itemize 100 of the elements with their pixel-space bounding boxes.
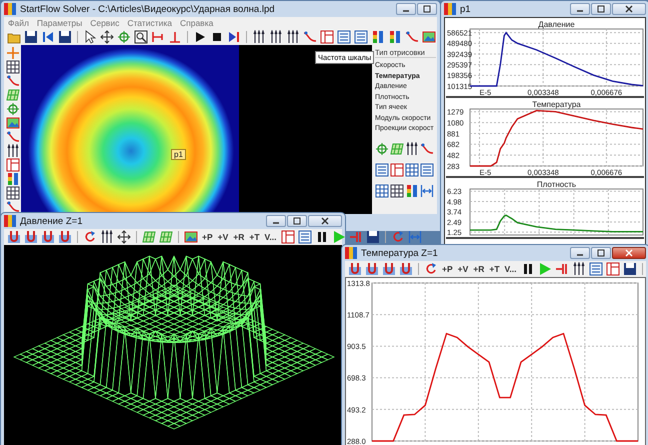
maximize-icon [423, 5, 431, 13]
zoom-box-icon[interactable] [134, 30, 148, 44]
close-button[interactable] [612, 247, 646, 259]
split-icon[interactable] [6, 158, 20, 172]
move-icon[interactable] [100, 30, 114, 44]
close-button[interactable] [612, 3, 646, 15]
magnet-icon[interactable] [24, 230, 38, 244]
refresh-icon[interactable] [424, 262, 438, 276]
toolbar-button[interactable]: +R [472, 262, 486, 276]
menu-item[interactable]: Параметры [36, 18, 82, 28]
bars-icon[interactable] [269, 30, 283, 44]
image-icon[interactable] [184, 230, 198, 244]
magnet-icon[interactable] [365, 262, 379, 276]
close-button[interactable] [308, 215, 342, 227]
probe-label: p1 [171, 149, 186, 160]
menu-item[interactable]: Статистика [127, 18, 172, 28]
fit-width-icon[interactable] [408, 230, 422, 244]
split-icon[interactable] [280, 230, 295, 244]
grid-icon[interactable] [6, 60, 20, 74]
window-title: StartFlow Solver - C:\Articles\Видеокурс\Ударная волна.lpd [20, 4, 275, 14]
color-bars-icon[interactable] [405, 184, 419, 198]
curve-icon[interactable] [303, 30, 317, 44]
toolbar-button[interactable]: +T [488, 262, 501, 276]
curve-icon[interactable] [6, 200, 20, 214]
list-icon[interactable] [588, 262, 603, 276]
list-icon[interactable] [420, 162, 434, 176]
toolbar-button[interactable]: +R [232, 230, 246, 244]
mesh-icon[interactable] [6, 88, 20, 102]
image-icon[interactable] [422, 30, 436, 44]
magnet-icon[interactable] [58, 230, 72, 244]
skip-back-icon[interactable] [41, 30, 55, 44]
chart-title: Давление [538, 20, 575, 29]
mesh-icon[interactable] [142, 230, 156, 244]
toolbar-button[interactable]: V... [504, 262, 518, 276]
close-icon [625, 5, 633, 13]
color-bars-icon[interactable] [6, 172, 20, 186]
marker-icon[interactable] [554, 262, 569, 276]
marker-icon[interactable] [348, 230, 363, 244]
bars-icon[interactable] [6, 144, 20, 158]
curve-icon[interactable] [6, 130, 20, 144]
toolbar-button[interactable]: +V [216, 230, 230, 244]
refresh-icon[interactable] [83, 230, 97, 244]
curve-icon[interactable] [6, 74, 20, 88]
maximize-button[interactable] [591, 247, 611, 259]
color-bars-icon[interactable] [388, 30, 402, 44]
toolbar-button[interactable]: +P [201, 230, 214, 244]
maximize-button[interactable] [417, 3, 437, 15]
split-icon[interactable] [390, 162, 404, 176]
chart-title: Плотность [536, 180, 576, 189]
magnet-icon[interactable] [348, 262, 362, 276]
toolbar-button[interactable]: V... [264, 230, 278, 244]
magnet-icon[interactable] [41, 230, 55, 244]
list-icon[interactable] [337, 30, 351, 44]
grid-icon[interactable] [390, 184, 404, 198]
bars-icon[interactable] [100, 230, 114, 244]
grid-icon[interactable] [6, 186, 20, 200]
minimize-button[interactable] [570, 247, 590, 259]
menu-item[interactable]: Сервис [90, 18, 120, 28]
toolbar-button[interactable]: +V [456, 262, 470, 276]
minimize-button[interactable] [570, 3, 590, 15]
magnet-icon[interactable] [399, 262, 413, 276]
bars-icon[interactable] [405, 142, 419, 156]
move-icon[interactable] [117, 230, 131, 244]
bars-icon[interactable] [252, 30, 266, 44]
toolbar-button[interactable]: +T [248, 230, 261, 244]
mesh-icon[interactable] [159, 230, 173, 244]
target-icon[interactable] [375, 142, 389, 156]
bars-icon[interactable] [286, 30, 300, 44]
list-icon[interactable] [354, 30, 368, 44]
bracket-icon[interactable] [151, 30, 165, 44]
close-icon [625, 249, 633, 257]
menu-item[interactable]: Справка [180, 18, 214, 28]
window-title: p1 [460, 4, 471, 14]
list-icon[interactable] [298, 230, 312, 244]
tee-icon[interactable] [168, 30, 182, 44]
refresh-icon[interactable] [390, 230, 405, 244]
cursor-icon[interactable] [83, 30, 97, 44]
maximize-button[interactable] [591, 3, 611, 15]
list-icon[interactable] [375, 162, 389, 176]
step-forward-icon[interactable] [227, 30, 241, 44]
table-icon[interactable] [375, 184, 389, 198]
bars-icon[interactable] [572, 262, 586, 276]
table-icon[interactable] [405, 162, 419, 176]
image-icon[interactable] [6, 116, 20, 130]
split-icon[interactable] [320, 30, 334, 44]
color-bars-icon[interactable] [371, 30, 385, 44]
curve-icon[interactable] [420, 142, 434, 156]
maximize-button[interactable] [287, 215, 307, 227]
menu-item[interactable]: Файл [8, 18, 29, 28]
curve-icon[interactable] [405, 30, 419, 44]
close-icon [321, 217, 329, 225]
split-icon[interactable] [606, 262, 620, 276]
target-icon[interactable] [6, 102, 20, 116]
stop-icon[interactable] [210, 30, 224, 44]
minimize-button[interactable] [396, 3, 416, 15]
toolbar-button[interactable]: +P [441, 262, 454, 276]
magnet-icon[interactable] [7, 230, 21, 244]
minimize-button[interactable] [266, 215, 286, 227]
magnet-icon[interactable] [382, 262, 396, 276]
fit-width-icon[interactable] [420, 184, 434, 198]
